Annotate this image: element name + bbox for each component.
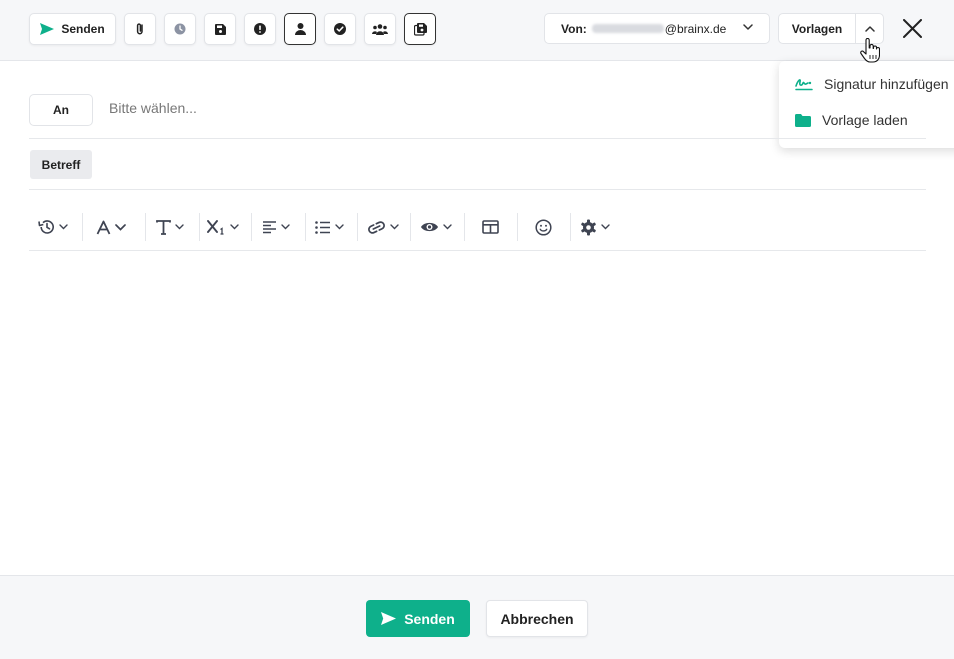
cancel-button[interactable]: Abbrechen: [486, 600, 588, 637]
toolbar-separator: [410, 213, 411, 241]
footer-bar: [0, 575, 954, 659]
menu-item-label: Signatur hinzufügen: [824, 76, 949, 92]
sender-label: Von:: [561, 21, 587, 36]
history-dropdown[interactable]: [38, 215, 68, 239]
preview-dropdown[interactable]: [420, 215, 452, 239]
toolbar-separator: [251, 213, 252, 241]
clock-icon: [174, 23, 186, 35]
font-size-icon: [156, 219, 171, 235]
toolbar-separator: [517, 213, 518, 241]
chevron-down-icon: [230, 224, 239, 230]
send-icon: [40, 23, 55, 35]
paperclip-icon: [136, 23, 143, 35]
chevron-down-icon: [335, 224, 344, 230]
list-icon: [315, 220, 330, 234]
table-icon: [482, 220, 499, 234]
insert-table-button[interactable]: [482, 215, 499, 239]
group-icon: [372, 23, 388, 35]
attach-button[interactable]: [124, 13, 156, 45]
recipient-to-button[interactable]: An: [29, 94, 93, 126]
close-button[interactable]: [900, 16, 924, 40]
menu-item-load-template[interactable]: Vorlage laden: [795, 112, 908, 128]
emoji-icon: [535, 218, 552, 236]
chevron-down-icon: [115, 223, 126, 231]
align-icon: [263, 221, 276, 234]
preview-icon: [421, 222, 438, 232]
link-dropdown[interactable]: [367, 215, 399, 239]
recipient-input[interactable]: Bitte wählen...: [109, 100, 197, 116]
group-button[interactable]: [364, 13, 396, 45]
chevron-down-icon: [281, 224, 290, 230]
check-circle-icon: [334, 23, 346, 35]
toolbar-separator: [145, 213, 146, 241]
send-button[interactable]: Senden: [366, 600, 470, 637]
align-dropdown[interactable]: [262, 215, 290, 239]
chevron-down-icon: [59, 224, 68, 230]
chevron-down-icon: [601, 224, 610, 230]
link-icon: [368, 220, 385, 234]
priority-button[interactable]: [244, 13, 276, 45]
templates-button[interactable]: Vorlagen: [779, 22, 855, 36]
save-icon: [214, 23, 226, 35]
exclamation-icon: [254, 23, 266, 35]
hand-cursor-icon: [860, 38, 880, 63]
toolbar-separator: [82, 213, 83, 241]
chevron-down-icon: [390, 224, 399, 230]
menu-item-label: Vorlage laden: [822, 112, 908, 128]
divider: [29, 138, 926, 139]
toolbar-separator: [464, 213, 465, 241]
font-size-dropdown[interactable]: [156, 215, 184, 239]
person-icon: [294, 23, 306, 35]
contact-button[interactable]: [284, 13, 316, 45]
close-icon: [902, 18, 922, 38]
sender-select[interactable]: Von: @brainx.de: [544, 13, 770, 44]
send-button-label: Senden: [404, 610, 455, 627]
sender-domain: @brainx.de: [664, 21, 727, 36]
templates-toggle[interactable]: [856, 25, 883, 32]
list-dropdown[interactable]: [315, 215, 344, 239]
chevron-up-icon: [864, 26, 875, 32]
settings-icon: [581, 219, 596, 235]
confirm-button[interactable]: [324, 13, 356, 45]
chevron-down-icon: [743, 24, 753, 30]
schedule-button[interactable]: [164, 13, 196, 45]
save-draft-button[interactable]: [204, 13, 236, 45]
message-editor[interactable]: [29, 251, 926, 573]
chevron-down-icon: [175, 224, 184, 230]
divider: [29, 189, 926, 190]
emoji-button[interactable]: [535, 215, 552, 239]
send-icon: [381, 612, 397, 625]
toolbar-separator: [199, 213, 200, 241]
templates-menu: Signatur hinzufügen Vorlage laden: [779, 61, 954, 148]
save-copy-icon: [413, 22, 427, 36]
toolbar-separator: [570, 213, 571, 241]
send-button-top[interactable]: Senden: [29, 13, 116, 45]
compose-toolbar: Senden Von: @brainx.de Vorlagen: [0, 0, 954, 61]
sender-redacted-name: [591, 24, 664, 33]
folder-icon: [795, 113, 811, 127]
menu-item-add-signature[interactable]: Signatur hinzufügen: [795, 76, 949, 92]
send-button-label: Senden: [61, 22, 105, 36]
subscript-icon: [207, 220, 224, 235]
chevron-down-icon: [443, 224, 452, 230]
subscript-dropdown[interactable]: [207, 215, 239, 239]
signature-icon: [795, 79, 813, 91]
history-icon: [38, 220, 54, 234]
subject-label[interactable]: Betreff: [30, 150, 92, 179]
toolbar-separator: [305, 213, 306, 241]
font-color-icon: [96, 220, 111, 234]
save-copy-button[interactable]: [404, 13, 436, 45]
toolbar-separator: [357, 213, 358, 241]
settings-dropdown[interactable]: [580, 215, 610, 239]
font-color-dropdown[interactable]: [96, 215, 126, 239]
